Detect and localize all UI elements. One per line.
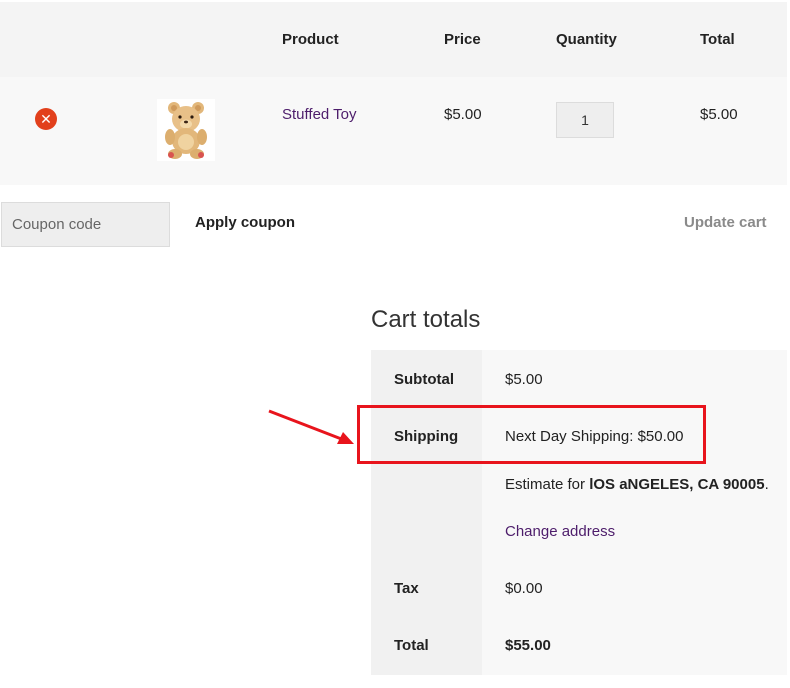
- shipping-highlight-box: [357, 405, 706, 464]
- header-product: Product: [282, 31, 339, 48]
- cart-totals-table: Subtotal $5.00 Shipping Next Day Shippin…: [371, 350, 787, 675]
- estimate-prefix: Estimate for: [505, 476, 590, 493]
- teddy-bear-image[interactable]: [157, 99, 215, 161]
- remove-x-icon[interactable]: ✕: [35, 108, 57, 130]
- apply-coupon-button[interactable]: Apply coupon: [195, 214, 295, 231]
- quantity-input[interactable]: [556, 102, 614, 138]
- product-link[interactable]: Stuffed Toy: [282, 106, 357, 123]
- subtotal-label: Subtotal: [394, 371, 454, 388]
- coupon-code-input[interactable]: [1, 202, 170, 247]
- estimate-suffix: .: [764, 476, 769, 493]
- header-quantity: Quantity: [556, 31, 617, 48]
- cart-item-row: ✕ Stuffed Toy $5.00 1 $5.00: [0, 77, 787, 185]
- header-total: Total: [700, 31, 735, 48]
- order-total-value: $55.00: [505, 637, 551, 654]
- annotation-arrow-icon: [268, 409, 354, 444]
- estimate-location: lOS aNGELES, CA 90005: [589, 476, 765, 493]
- tax-value: $0.00: [505, 580, 543, 597]
- tax-label: Tax: [394, 580, 419, 597]
- total-label: Total: [394, 637, 429, 654]
- shipping-estimate: Estimate for lOS aNGELES, CA 90005.: [505, 476, 769, 493]
- cart-totals-title: Cart totals: [371, 306, 481, 333]
- update-cart-button[interactable]: Update cart: [684, 214, 767, 231]
- header-price: Price: [444, 31, 481, 48]
- product-price: $5.00: [444, 106, 482, 123]
- product-subtotal: $5.00: [700, 106, 738, 123]
- cart-table-header: Product Price Quantity Total: [0, 2, 787, 77]
- subtotal-value: $5.00: [505, 371, 543, 388]
- change-address-link[interactable]: Change address: [505, 523, 615, 540]
